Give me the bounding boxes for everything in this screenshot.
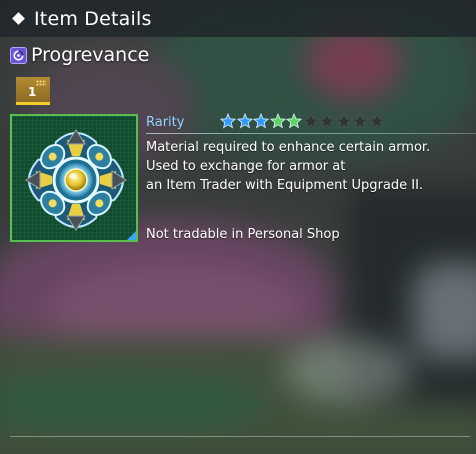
rarity-label: Rarity: [146, 115, 185, 130]
item-type-icon: [10, 46, 27, 64]
star-empty-icon: [335, 113, 352, 129]
diamond-bullet-icon: [12, 12, 25, 25]
description-line: an Item Trader with Equipment Upgrade II…: [146, 178, 424, 193]
trade-restriction-note: Not tradable in Personal Shop: [146, 227, 340, 242]
progrevance-item-icon: [25, 129, 127, 231]
badge-dots-decoration: [36, 80, 46, 86]
rarity-stars: [220, 113, 385, 129]
star-filled-icon: [286, 113, 302, 129]
bottom-divider: [10, 436, 470, 437]
star-filled-icon: [269, 113, 286, 129]
quantity-value: 1: [28, 85, 37, 99]
description-line: Used to exchange for armor at: [146, 159, 346, 174]
star-empty-icon: [368, 113, 385, 129]
star-filled-icon: [236, 113, 253, 129]
star-empty-icon: [352, 113, 368, 129]
star-filled-icon: [253, 113, 269, 129]
item-name-row: Progrevance: [10, 44, 149, 66]
window-header: Item Details: [0, 0, 476, 37]
item-icon-frame: [10, 114, 138, 242]
star-empty-icon: [302, 113, 319, 129]
description-line: Material required to enhance certain arm…: [146, 140, 431, 155]
frame-corner-marker: [127, 231, 136, 240]
item-description: Material required to enhance certain arm…: [146, 138, 466, 195]
quantity-badge: 1: [16, 77, 50, 105]
rarity-divider: [146, 133, 476, 134]
item-name: Progrevance: [31, 44, 150, 66]
star-filled-icon: [220, 113, 236, 129]
item-details-screen: Item Details Progrevance 1 Rarity Materi…: [0, 0, 476, 454]
window-title: Item Details: [34, 7, 152, 30]
star-empty-icon: [319, 113, 335, 129]
